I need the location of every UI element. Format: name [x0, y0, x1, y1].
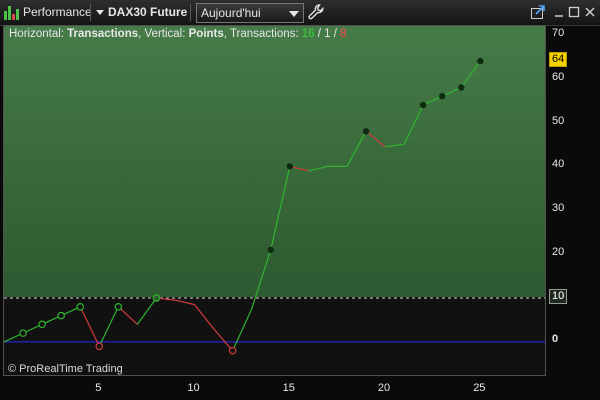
toolbar-divider — [90, 4, 91, 21]
trade-marker — [152, 294, 161, 302]
equity-segment — [251, 249, 272, 310]
equity-segment — [213, 328, 234, 352]
toolbar: Performance DAX30 Future Aujourd'hui — [0, 0, 600, 26]
chart-header: Horizontal: Transactions, Vertical: Poin… — [9, 28, 347, 40]
equity-segment — [98, 306, 119, 347]
chart-plot — [4, 57, 545, 355]
trade-marker — [286, 163, 293, 170]
trade-marker — [95, 342, 104, 351]
equity-segment — [308, 165, 329, 172]
equity-segment — [346, 131, 367, 167]
performance-chart[interactable]: Horizontal: Transactions, Vertical: Poin… — [3, 25, 546, 376]
trade-marker — [439, 93, 446, 100]
equity-segment — [460, 60, 481, 88]
count-separator: / — [314, 28, 325, 40]
period-dropdown[interactable]: Aujourd'hui — [196, 3, 304, 23]
x-tick-label: 10 — [187, 382, 200, 394]
instrument-selector[interactable]: DAX30 Future — [96, 0, 187, 25]
zero-label: 0 — [552, 332, 559, 345]
trade-marker — [114, 302, 123, 311]
equity-segment — [384, 143, 405, 148]
equity-segment — [403, 104, 424, 145]
y-tick-label: 70 — [552, 26, 565, 39]
equity-segment — [194, 304, 215, 330]
x-tick-label: 20 — [377, 382, 391, 394]
transactions-prefix: , Transactions: — [223, 28, 302, 40]
trade-marker — [19, 329, 27, 337]
trade-marker — [38, 320, 46, 329]
trade-marker — [477, 57, 484, 65]
current-value-label: 64 — [549, 52, 568, 68]
vertical-prefix: , Vertical: — [138, 28, 189, 40]
equity-segment — [79, 306, 100, 347]
y-tick-label: 50 — [552, 114, 565, 127]
instrument-label: DAX30 Future — [108, 5, 188, 19]
trade-marker — [228, 346, 237, 355]
x-axis[interactable]: 5 10 15 20 25 — [3, 376, 546, 400]
count-separator: / — [330, 28, 341, 40]
close-icon[interactable] — [582, 4, 598, 20]
equity-segment — [270, 166, 291, 250]
maximize-icon[interactable] — [566, 4, 582, 20]
equity-segment — [136, 297, 157, 325]
trade-marker — [458, 84, 465, 91]
export-icon[interactable] — [530, 4, 546, 20]
y-tick-label: 20 — [552, 246, 565, 259]
trade-marker — [419, 101, 427, 109]
watermark: © ProRealTime Trading — [8, 363, 123, 375]
x-tick-label: 15 — [282, 382, 295, 394]
y-tick-label: 10 — [552, 290, 565, 303]
performance-icon — [4, 5, 19, 20]
window-title: Performance — [23, 5, 92, 19]
horizontal-value: Transactions — [67, 28, 139, 40]
y-tick-label: 40 — [552, 158, 565, 171]
equity-segment — [117, 306, 138, 325]
vertical-value: Points — [188, 28, 224, 40]
trade-marker — [267, 246, 274, 253]
trade-marker — [57, 311, 65, 320]
horizontal-prefix: Horizontal: — [9, 28, 68, 40]
dropdown-arrow-icon — [289, 11, 299, 17]
y-axis[interactable]: 64 10 0 10 20 30 40 50 60 70 — [546, 25, 600, 376]
equity-segment — [365, 130, 386, 148]
trade-marker — [76, 302, 85, 311]
x-tick-label: 5 — [95, 382, 102, 394]
chevron-down-icon — [96, 10, 104, 16]
losses-count: 8 — [340, 28, 347, 40]
toolbar-divider — [190, 4, 191, 21]
wrench-settings-icon[interactable] — [307, 3, 325, 21]
period-selected-value: Aujourd'hui — [201, 6, 261, 20]
wins-count: 16 — [301, 28, 315, 40]
y-tick-label: 30 — [552, 202, 565, 215]
x-tick-label: 25 — [473, 382, 486, 394]
equity-segment — [175, 299, 195, 306]
trade-marker — [362, 128, 370, 135]
y-tick-label: 60 — [552, 70, 565, 83]
minimize-icon[interactable] — [551, 4, 567, 20]
equity-segment — [232, 308, 253, 351]
